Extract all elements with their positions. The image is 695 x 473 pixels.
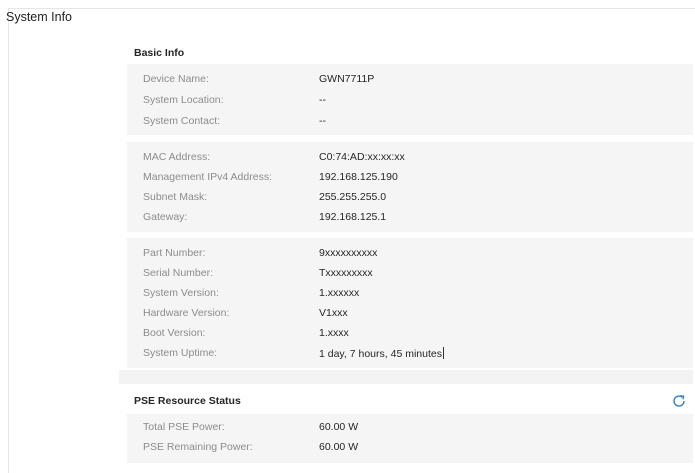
- ipv4-address-value: 192.168.125.190: [319, 171, 398, 183]
- boot-version-value: 1.xxxx: [319, 327, 349, 339]
- mac-address-row: MAC Address: C0:74:AD:xx:xx:xx: [127, 151, 693, 169]
- basic-info-panel: Basic Info Device Name: GWN7711P System …: [119, 36, 693, 370]
- boot-version-row: Boot Version: 1.xxxx: [127, 327, 693, 345]
- gateway-row: Gateway: 192.168.125.1: [127, 211, 693, 229]
- text-cursor: [442, 347, 444, 359]
- ipv4-address-row: Management IPv4 Address: 192.168.125.190: [127, 171, 693, 189]
- device-info-group: Device Name: GWN7711P System Location: -…: [127, 64, 693, 135]
- subnet-mask-value: 255.255.255.0: [319, 191, 387, 203]
- subnet-mask-label: Subnet Mask:: [143, 191, 208, 203]
- part-number-label: Part Number:: [143, 247, 206, 259]
- mac-address-label: MAC Address:: [143, 151, 211, 163]
- system-uptime-value: 1 day, 7 hours, 45 minutes: [319, 348, 442, 360]
- system-version-row: System Version: 1.xxxxxx: [127, 287, 693, 305]
- device-name-label: Device Name:: [143, 73, 209, 85]
- system-uptime-row: System Uptime: 1 day, 7 hours, 45 minute…: [127, 347, 693, 365]
- total-pse-power-row: Total PSE Power: 60.00 W: [127, 421, 693, 439]
- pse-resource-panel: PSE Resource Status Total PSE Power: 60.…: [119, 384, 693, 473]
- gateway-value: 192.168.125.1: [319, 211, 387, 223]
- content-area: Basic Info Device Name: GWN7711P System …: [119, 36, 693, 473]
- pse-remaining-power-label: PSE Remaining Power:: [143, 441, 253, 453]
- hardware-version-label: Hardware Version:: [143, 307, 230, 319]
- pse-remaining-power-value: 60.00 W: [319, 441, 359, 453]
- device-name-value: GWN7711P: [319, 73, 375, 85]
- pse-power-group: Total PSE Power: 60.00 W PSE Remaining P…: [127, 414, 693, 463]
- system-contact-label: System Contact:: [143, 115, 221, 127]
- system-location-row: System Location: --: [127, 94, 693, 112]
- system-contact-row: System Contact: --: [127, 115, 693, 133]
- network-info-group: MAC Address: C0:74:AD:xx:xx:xx Managemen…: [127, 142, 693, 232]
- page-title: System Info: [6, 10, 72, 24]
- part-number-value: 9xxxxxxxxxx: [319, 247, 378, 259]
- system-uptime-value-wrap: 1 day, 7 hours, 45 minutes: [319, 347, 444, 360]
- boot-version-label: Boot Version:: [143, 327, 206, 339]
- hardware-version-value: V1xxx: [319, 307, 348, 319]
- system-uptime-label: System Uptime:: [143, 347, 218, 359]
- system-version-label: System Version:: [143, 287, 219, 299]
- system-location-label: System Location:: [143, 94, 224, 106]
- pse-remaining-power-row: PSE Remaining Power: 60.00 W: [127, 441, 693, 459]
- pse-resource-title: PSE Resource Status: [134, 395, 241, 407]
- hardware-version-row: Hardware Version: V1xxx: [127, 307, 693, 325]
- system-contact-value: --: [319, 115, 326, 127]
- total-pse-power-label: Total PSE Power:: [143, 421, 225, 433]
- gateway-label: Gateway:: [143, 211, 188, 223]
- device-name-row: Device Name: GWN7711P: [127, 73, 693, 91]
- system-version-value: 1.xxxxxx: [319, 287, 360, 299]
- subnet-mask-row: Subnet Mask: 255.255.255.0: [127, 191, 693, 209]
- refresh-icon[interactable]: [671, 393, 687, 409]
- serial-number-row: Serial Number: Txxxxxxxxx: [127, 267, 693, 285]
- system-location-value: --: [319, 94, 326, 106]
- mac-address-value: C0:74:AD:xx:xx:xx: [319, 151, 405, 163]
- basic-info-title: Basic Info: [134, 47, 185, 59]
- serial-number-value: Txxxxxxxxx: [319, 267, 373, 279]
- system-version-group: Part Number: 9xxxxxxxxxx Serial Number: …: [127, 238, 693, 368]
- serial-number-label: Serial Number:: [143, 267, 214, 279]
- ipv4-address-label: Management IPv4 Address:: [143, 171, 272, 183]
- part-number-row: Part Number: 9xxxxxxxxxx: [127, 247, 693, 265]
- total-pse-power-value: 60.00 W: [319, 421, 359, 433]
